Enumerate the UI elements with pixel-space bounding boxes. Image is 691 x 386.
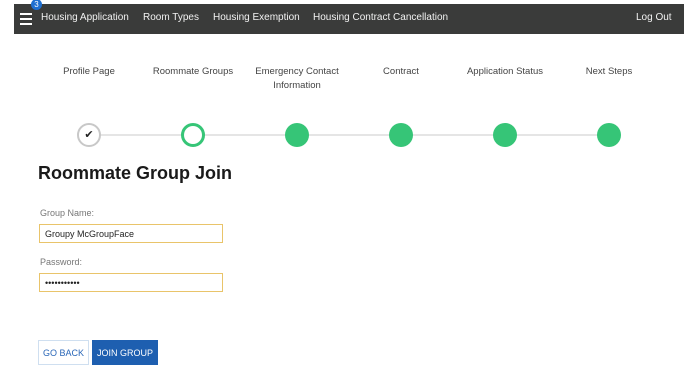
- top-navigation-bar: 3 Housing Application Room Types Housing…: [14, 0, 684, 34]
- nav-housing-application[interactable]: Housing Application: [41, 12, 129, 23]
- notification-badge[interactable]: 3: [31, 0, 42, 10]
- nav-housing-exemption[interactable]: Housing Exemption: [213, 12, 300, 23]
- nav-housing-contract-cancellation[interactable]: Housing Contract Cancellation: [313, 12, 448, 23]
- go-back-button[interactable]: GO BACK: [38, 340, 89, 365]
- step-marker-application-status[interactable]: [493, 123, 517, 147]
- logout-link[interactable]: Log Out: [636, 12, 672, 23]
- checkmark-icon: ✔: [84, 128, 94, 141]
- step-marker-roommate-groups[interactable]: [181, 123, 205, 147]
- menu-icon[interactable]: [20, 13, 32, 25]
- page-title: Roommate Group Join: [38, 163, 233, 183]
- step-label-application-status: Application Status: [466, 66, 544, 77]
- step-marker-emergency-contact[interactable]: [285, 123, 309, 147]
- step-label-emergency-contact: Emergency Contact Information: [255, 66, 339, 91]
- password-input[interactable]: [39, 273, 223, 292]
- password-label: Password:: [40, 257, 83, 267]
- step-marker-contract[interactable]: [389, 123, 413, 147]
- nav-room-types[interactable]: Room Types: [143, 12, 199, 23]
- step-marker-profile-page[interactable]: ✔: [77, 123, 101, 147]
- step-label-roommate-groups: Roommate Groups: [152, 66, 234, 77]
- stepper-track: [89, 134, 608, 136]
- step-label-profile-page: Profile Page: [63, 66, 115, 77]
- step-marker-next-steps[interactable]: [597, 123, 621, 147]
- group-name-input[interactable]: [39, 224, 223, 243]
- join-group-button[interactable]: JOIN GROUP: [92, 340, 158, 365]
- step-label-next-steps: Next Steps: [585, 66, 633, 77]
- group-name-label: Group Name:: [40, 208, 95, 218]
- step-label-contract: Contract: [383, 66, 419, 77]
